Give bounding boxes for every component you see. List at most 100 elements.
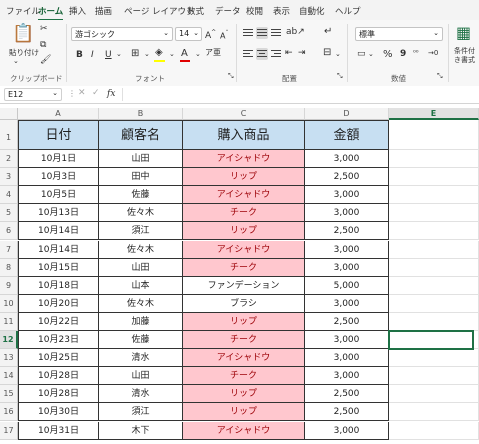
- row-header[interactable]: 13: [0, 349, 18, 368]
- row-header[interactable]: 10: [0, 294, 18, 313]
- tab-review[interactable]: 校閲: [246, 5, 263, 17]
- row-header[interactable]: 5: [0, 204, 18, 223]
- align-right-icon[interactable]: [270, 48, 282, 60]
- name-box[interactable]: E12 ⌄: [4, 88, 62, 101]
- empty-cell[interactable]: [389, 222, 479, 241]
- decrease-indent-icon[interactable]: ⇤: [285, 49, 293, 58]
- format-painter-icon[interactable]: 🖌: [40, 56, 51, 65]
- table-cell-product[interactable]: チーク: [183, 204, 305, 223]
- row-header[interactable]: 1: [0, 120, 18, 150]
- column-header-d[interactable]: D: [305, 108, 389, 120]
- table-cell-customer[interactable]: 佐々木: [99, 204, 183, 223]
- table-cell-product[interactable]: アイシャドウ: [183, 240, 305, 259]
- table-header-cell[interactable]: 購入商品: [183, 120, 305, 150]
- table-cell-customer[interactable]: 佐々木: [99, 240, 183, 259]
- tab-help[interactable]: ヘルプ: [335, 5, 361, 17]
- empty-cell[interactable]: [389, 150, 479, 169]
- table-cell-date[interactable]: 10月23日: [18, 331, 99, 350]
- copy-icon[interactable]: ⧉: [40, 41, 46, 50]
- row-header[interactable]: 6: [0, 222, 18, 241]
- row-header[interactable]: 4: [0, 186, 18, 205]
- empty-cell[interactable]: [389, 120, 479, 150]
- chevron-down-icon[interactable]: ⌄: [116, 51, 122, 58]
- empty-cell[interactable]: [389, 312, 479, 331]
- table-cell-customer[interactable]: 加藤: [99, 312, 183, 331]
- tab-automate[interactable]: 自動化: [299, 5, 325, 17]
- table-header-cell[interactable]: 顧客名: [99, 120, 183, 150]
- underline-button[interactable]: U: [105, 50, 112, 60]
- row-header[interactable]: 15: [0, 385, 18, 404]
- insert-function-button[interactable]: fx: [107, 89, 115, 99]
- table-cell-date[interactable]: 10月28日: [18, 385, 99, 404]
- table-cell-product[interactable]: リップ: [183, 385, 305, 404]
- empty-cell[interactable]: [389, 403, 479, 422]
- table-cell-customer[interactable]: 山田: [99, 367, 183, 386]
- percent-button[interactable]: %: [383, 49, 393, 60]
- borders-icon[interactable]: ⊞: [131, 49, 139, 59]
- increase-indent-icon[interactable]: ⇥: [298, 49, 306, 58]
- table-cell-customer[interactable]: 田中: [99, 168, 183, 187]
- font-color-button[interactable]: A: [181, 48, 188, 59]
- table-cell-customer[interactable]: 山田: [99, 150, 183, 169]
- table-cell-amount[interactable]: 3,000: [305, 331, 389, 350]
- phonetic-icon[interactable]: ア亜: [205, 49, 221, 57]
- tab-data[interactable]: データ: [215, 5, 241, 17]
- row-header[interactable]: 2: [0, 150, 18, 169]
- row-header[interactable]: 11: [0, 312, 18, 331]
- font-name-select[interactable]: 游ゴシック ⌄: [71, 27, 173, 41]
- chevron-down-icon[interactable]: ⌄: [144, 51, 150, 58]
- paste-dropdown-icon[interactable]: ⌄: [13, 58, 19, 65]
- empty-cell[interactable]: [389, 258, 479, 277]
- table-cell-customer[interactable]: 須江: [99, 403, 183, 422]
- align-center-icon[interactable]: [256, 48, 268, 60]
- row-header[interactable]: 14: [0, 367, 18, 386]
- table-header-cell[interactable]: 日付: [18, 120, 99, 150]
- table-cell-product[interactable]: ブラシ: [183, 294, 305, 313]
- table-cell-amount[interactable]: 5,000: [305, 276, 389, 295]
- empty-cell[interactable]: [389, 168, 479, 187]
- table-cell-date[interactable]: 10月14日: [18, 222, 99, 241]
- italic-button[interactable]: I: [91, 50, 94, 60]
- table-cell-customer[interactable]: 木下: [99, 421, 183, 440]
- table-cell-product[interactable]: チーク: [183, 331, 305, 350]
- chevron-down-icon[interactable]: ⌄: [335, 51, 341, 58]
- chevron-down-icon[interactable]: ⌄: [195, 51, 201, 58]
- table-cell-date[interactable]: 10月5日: [18, 186, 99, 205]
- table-cell-amount[interactable]: 3,000: [305, 421, 389, 440]
- tab-file[interactable]: ファイル: [6, 5, 40, 17]
- table-cell-date[interactable]: 10月3日: [18, 168, 99, 187]
- table-cell-amount[interactable]: 3,000: [305, 294, 389, 313]
- dialog-launcher-icon[interactable]: ⤡: [337, 73, 343, 80]
- bold-button[interactable]: B: [76, 50, 83, 60]
- table-cell-customer[interactable]: 清水: [99, 349, 183, 368]
- table-cell-amount[interactable]: 3,000: [305, 349, 389, 368]
- table-header-cell[interactable]: 金額: [305, 120, 389, 150]
- conditional-format-button[interactable]: 条件付き書式: [454, 47, 479, 65]
- fill-color-icon[interactable]: ◈: [155, 48, 163, 58]
- decrease-decimal-button[interactable]: →0: [428, 49, 438, 57]
- row-header[interactable]: 12: [0, 331, 18, 350]
- table-cell-product[interactable]: チーク: [183, 367, 305, 386]
- table-cell-amount[interactable]: 3,000: [305, 186, 389, 205]
- table-cell-amount[interactable]: 2,500: [305, 312, 389, 331]
- empty-cell[interactable]: [389, 294, 479, 313]
- table-cell-amount[interactable]: 3,000: [305, 258, 389, 277]
- table-cell-customer[interactable]: 佐藤: [99, 331, 183, 350]
- table-cell-amount[interactable]: 3,000: [305, 204, 389, 223]
- orientation-icon[interactable]: ab↗: [286, 28, 305, 37]
- row-header[interactable]: 16: [0, 403, 18, 422]
- table-cell-product[interactable]: リップ: [183, 403, 305, 422]
- table-cell-customer[interactable]: 山田: [99, 258, 183, 277]
- dialog-launcher-icon[interactable]: ⤡: [228, 73, 234, 80]
- table-cell-date[interactable]: 10月1日: [18, 150, 99, 169]
- row-header[interactable]: 7: [0, 240, 18, 259]
- row-header[interactable]: 8: [0, 258, 18, 277]
- empty-cell[interactable]: [389, 204, 479, 223]
- enter-icon[interactable]: ✓: [92, 89, 100, 98]
- chevron-down-icon[interactable]: ⌄: [368, 51, 374, 58]
- shrink-font-button[interactable]: Aˇ: [220, 30, 228, 41]
- cut-icon[interactable]: ✂: [40, 25, 48, 34]
- table-cell-date[interactable]: 10月25日: [18, 349, 99, 368]
- table-cell-date[interactable]: 10月13日: [18, 204, 99, 223]
- table-cell-amount[interactable]: 3,000: [305, 150, 389, 169]
